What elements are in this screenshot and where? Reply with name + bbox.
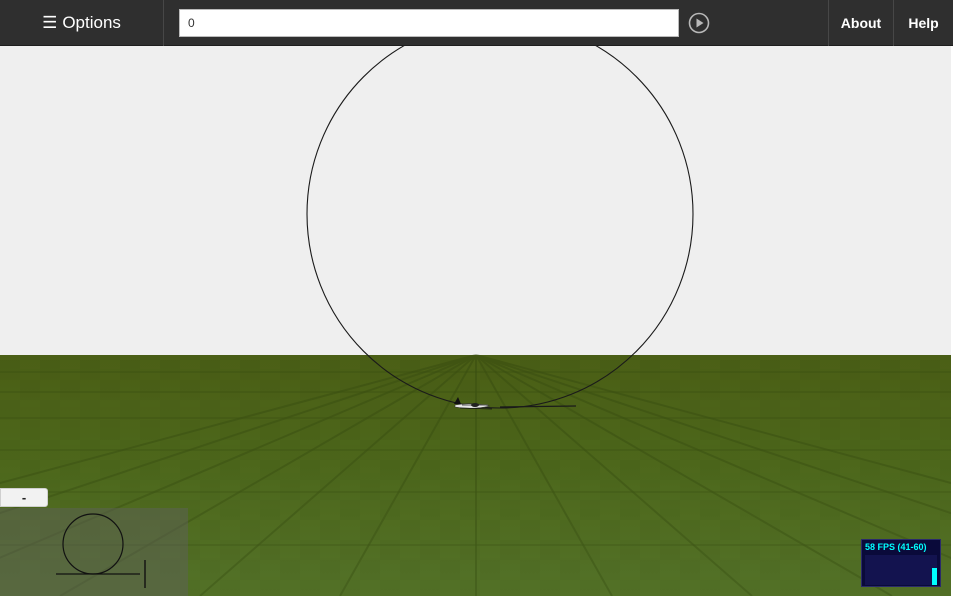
fps-bar [932,568,937,585]
help-link[interactable]: Help [893,0,953,46]
fps-readout: 58 FPS (41-60) [865,542,927,552]
simulator-app: ☰ Options About Help - 58 FPS (41-60) [0,0,953,598]
play-circle-icon[interactable] [688,12,710,34]
flight-trajectory [306,19,694,409]
fps-graph [865,555,937,585]
fps-meter: 58 FPS (41-60) [861,539,941,587]
minimap-trajectory-icon [56,513,146,588]
top-toolbar: ☰ Options About Help [0,0,953,46]
options-menu-button[interactable]: ☰ Options [0,0,164,46]
menu-icon: ☰ [42,13,58,32]
trajectory-minimap [0,508,188,596]
options-label: Options [62,13,121,32]
minimap-collapse-button[interactable]: - [0,488,48,507]
about-link[interactable]: About [828,0,893,46]
command-input[interactable] [179,9,679,37]
